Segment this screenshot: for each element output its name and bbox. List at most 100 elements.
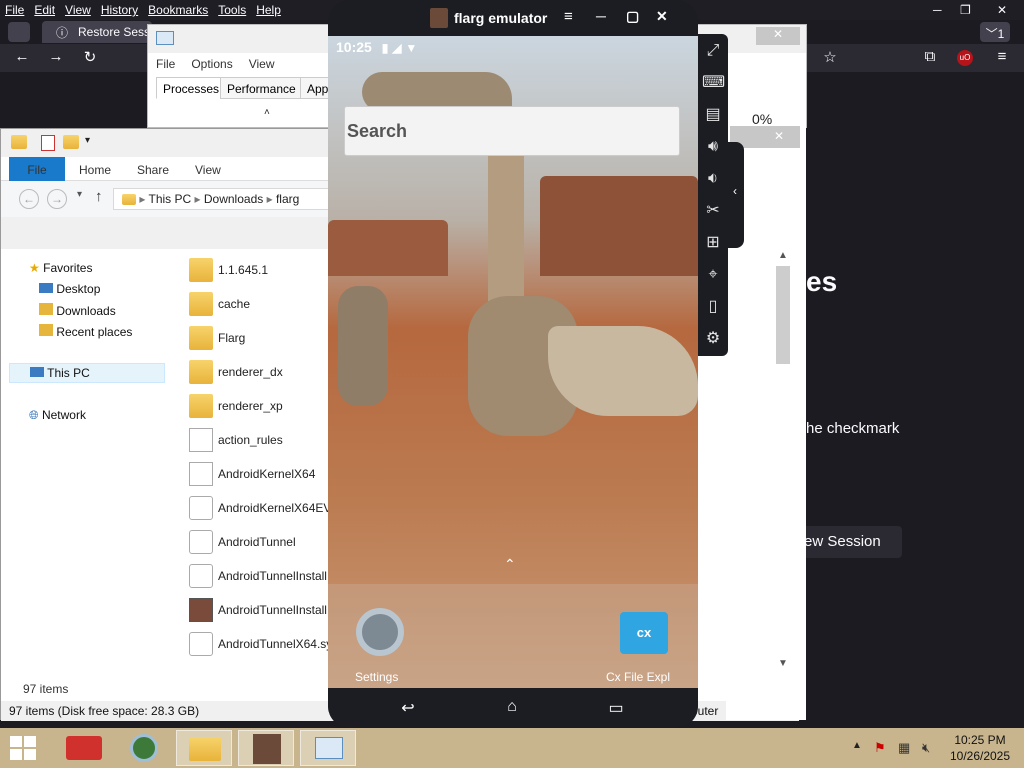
computer-icon bbox=[30, 367, 44, 377]
network-status-icon[interactable]: ▦ bbox=[898, 740, 910, 756]
menu-view[interactable]: View bbox=[241, 53, 283, 75]
back-icon[interactable]: ← bbox=[10, 48, 34, 65]
windows-start-icon[interactable] bbox=[10, 736, 36, 760]
menu-file[interactable]: File bbox=[0, 0, 29, 17]
tab-processes[interactable]: Processes bbox=[156, 77, 227, 99]
app-drawer-chevron-icon[interactable]: ⌃ bbox=[504, 556, 516, 573]
android-screen[interactable]: 10:25 ▮ ◢ ▼ Search ⌃ Settings cx Cx File… bbox=[328, 36, 698, 688]
taskbar-browser-icon[interactable] bbox=[116, 730, 172, 766]
multi-instance-icon[interactable]: ⊞ bbox=[702, 232, 724, 254]
settings-gear-icon[interactable]: ⚙ bbox=[702, 328, 724, 350]
show-hidden-icons-icon[interactable]: ▲ bbox=[852, 740, 862, 751]
nav-desktop[interactable]: Desktop bbox=[39, 282, 100, 296]
breadcrumb[interactable]: ▸ This PC ▸ Downloads ▸ flarg bbox=[113, 188, 333, 210]
taskbar-emulator-icon[interactable] bbox=[238, 730, 294, 766]
ribbon-view-tab[interactable]: View bbox=[195, 157, 221, 181]
menu-tools[interactable]: Tools bbox=[213, 0, 251, 17]
tab-list-button[interactable]: ﹀1 bbox=[980, 22, 1010, 42]
back-icon[interactable]: ← bbox=[19, 189, 39, 209]
breadcrumb-flarg[interactable]: flarg bbox=[276, 192, 299, 206]
settings-app-icon[interactable] bbox=[356, 608, 404, 656]
ribbon-file-tab[interactable]: File bbox=[9, 157, 65, 181]
list-item[interactable]: AndroidTunnel bbox=[185, 526, 335, 560]
recent-locations-icon[interactable]: ▾ bbox=[77, 189, 82, 200]
close-icon[interactable]: ✕ bbox=[992, 0, 1012, 17]
minimize-icon[interactable]: ─ bbox=[596, 8, 606, 24]
quick-access-dropdown-icon[interactable]: ▾ bbox=[85, 135, 90, 146]
tab-performance[interactable]: Performance bbox=[220, 77, 303, 99]
location-icon[interactable]: ⌖ bbox=[702, 264, 724, 286]
list-item[interactable]: renderer_dx bbox=[185, 356, 335, 390]
forward-icon[interactable]: → bbox=[44, 48, 68, 65]
breadcrumb-this-pc[interactable]: This PC bbox=[148, 192, 191, 206]
nav-recent-places[interactable]: Recent places bbox=[39, 324, 132, 339]
list-item[interactable]: AndroidTunnelX64.sy bbox=[185, 628, 335, 662]
maximize-icon[interactable]: ▢ bbox=[626, 8, 639, 25]
up-arrow-icon[interactable]: ↑ bbox=[95, 188, 103, 205]
menu-history[interactable]: History bbox=[96, 0, 143, 17]
menu-file[interactable]: File bbox=[148, 53, 183, 75]
action-center-flag-icon[interactable]: ⚑ bbox=[874, 740, 886, 756]
ribbon-share-tab[interactable]: Share bbox=[137, 157, 169, 181]
home-icon[interactable]: ⌂ bbox=[492, 698, 532, 716]
nav-network[interactable]: 🌐︎ Network bbox=[29, 408, 86, 423]
ribbon-home-tab[interactable]: Home bbox=[79, 157, 111, 181]
collapse-toolbar-tab[interactable]: ‹ bbox=[726, 142, 744, 248]
restore-icon[interactable]: ❐ bbox=[955, 0, 976, 17]
recent-places-icon bbox=[39, 324, 53, 336]
taskbar-file-explorer-icon[interactable] bbox=[176, 730, 232, 766]
volume-up-icon[interactable]: 🔊︎ bbox=[702, 136, 724, 158]
menu-edit[interactable]: Edit bbox=[29, 0, 60, 17]
tab-overview-icon[interactable] bbox=[8, 22, 30, 42]
scroll-down-icon[interactable]: ▼ bbox=[778, 658, 788, 669]
apk-install-icon[interactable]: ▤ bbox=[702, 104, 724, 126]
menu-bookmarks[interactable]: Bookmarks bbox=[143, 0, 213, 17]
keyboard-icon[interactable]: ⌨ bbox=[702, 72, 725, 94]
back-icon[interactable]: ↩ bbox=[388, 698, 428, 718]
taskbar-app-red-icon[interactable] bbox=[56, 730, 112, 766]
ublock-icon[interactable]: uO bbox=[957, 50, 973, 66]
scrollbar-thumb[interactable] bbox=[776, 266, 790, 364]
system-clock[interactable]: 10:25 PM 10/26/2025 bbox=[940, 732, 1020, 764]
breadcrumb-downloads[interactable]: Downloads bbox=[204, 192, 263, 206]
close-icon[interactable]: ✕ bbox=[656, 8, 668, 25]
scroll-up-icon[interactable]: ▲ bbox=[778, 250, 788, 261]
tab-restore-session[interactable]: ⓘ Restore Sessi bbox=[42, 21, 152, 43]
volume-down-icon[interactable]: 🔉︎ bbox=[702, 168, 724, 190]
properties-icon[interactable] bbox=[41, 135, 55, 151]
recent-apps-icon[interactable]: ▭ bbox=[596, 698, 636, 718]
nav-favorites[interactable]: ★ Favorites bbox=[29, 261, 92, 275]
menu-help[interactable]: Help bbox=[251, 0, 286, 17]
minimize-icon[interactable]: ─ bbox=[928, 0, 947, 17]
nav-this-pc[interactable]: This PC bbox=[9, 363, 165, 383]
list-item[interactable]: AndroidTunnelInstall bbox=[185, 594, 335, 628]
hamburger-menu-icon[interactable]: ≡ bbox=[564, 8, 573, 25]
bookmark-star-icon[interactable]: ☆ bbox=[818, 48, 842, 66]
nav-downloads[interactable]: Downloads bbox=[39, 303, 116, 318]
forward-icon[interactable]: → bbox=[47, 189, 67, 209]
start-new-session-button[interactable]: ew Session bbox=[798, 526, 902, 558]
reload-icon[interactable]: ↻ bbox=[78, 48, 102, 66]
menu-view[interactable]: View bbox=[60, 0, 96, 17]
fullscreen-icon[interactable]: ⤢ bbox=[702, 40, 724, 62]
cx-file-explorer-icon[interactable]: cx bbox=[620, 612, 668, 654]
list-item[interactable]: cache bbox=[185, 288, 335, 322]
search-bar[interactable]: Search bbox=[344, 106, 680, 156]
menu-options[interactable]: Options bbox=[183, 53, 240, 75]
list-item[interactable]: AndroidKernelX64 bbox=[185, 458, 335, 492]
hamburger-menu-icon[interactable]: ≡ bbox=[990, 48, 1014, 65]
extensions-icon[interactable]: ⧉ bbox=[918, 48, 942, 65]
new-folder-icon[interactable] bbox=[63, 135, 79, 149]
taskbar-task-manager-icon[interactable] bbox=[300, 730, 356, 766]
list-item[interactable]: AndroidTunnelInstall bbox=[185, 560, 335, 594]
file-name: AndroidTunnelX64.sy bbox=[218, 637, 333, 651]
list-item[interactable]: Flarg bbox=[185, 322, 335, 356]
volume-muted-icon[interactable]: 🔇︎ bbox=[922, 740, 930, 756]
list-item[interactable]: renderer_xp bbox=[185, 390, 335, 424]
close-button[interactable]: ✕ bbox=[756, 27, 800, 45]
list-item[interactable]: action_rules bbox=[185, 424, 335, 458]
list-item[interactable]: AndroidKernelX64EV bbox=[185, 492, 335, 526]
list-item[interactable]: 1.1.645.1 bbox=[185, 254, 335, 288]
shake-icon[interactable]: ▯ bbox=[702, 296, 724, 318]
screenshot-icon[interactable]: ✂ bbox=[702, 200, 724, 222]
